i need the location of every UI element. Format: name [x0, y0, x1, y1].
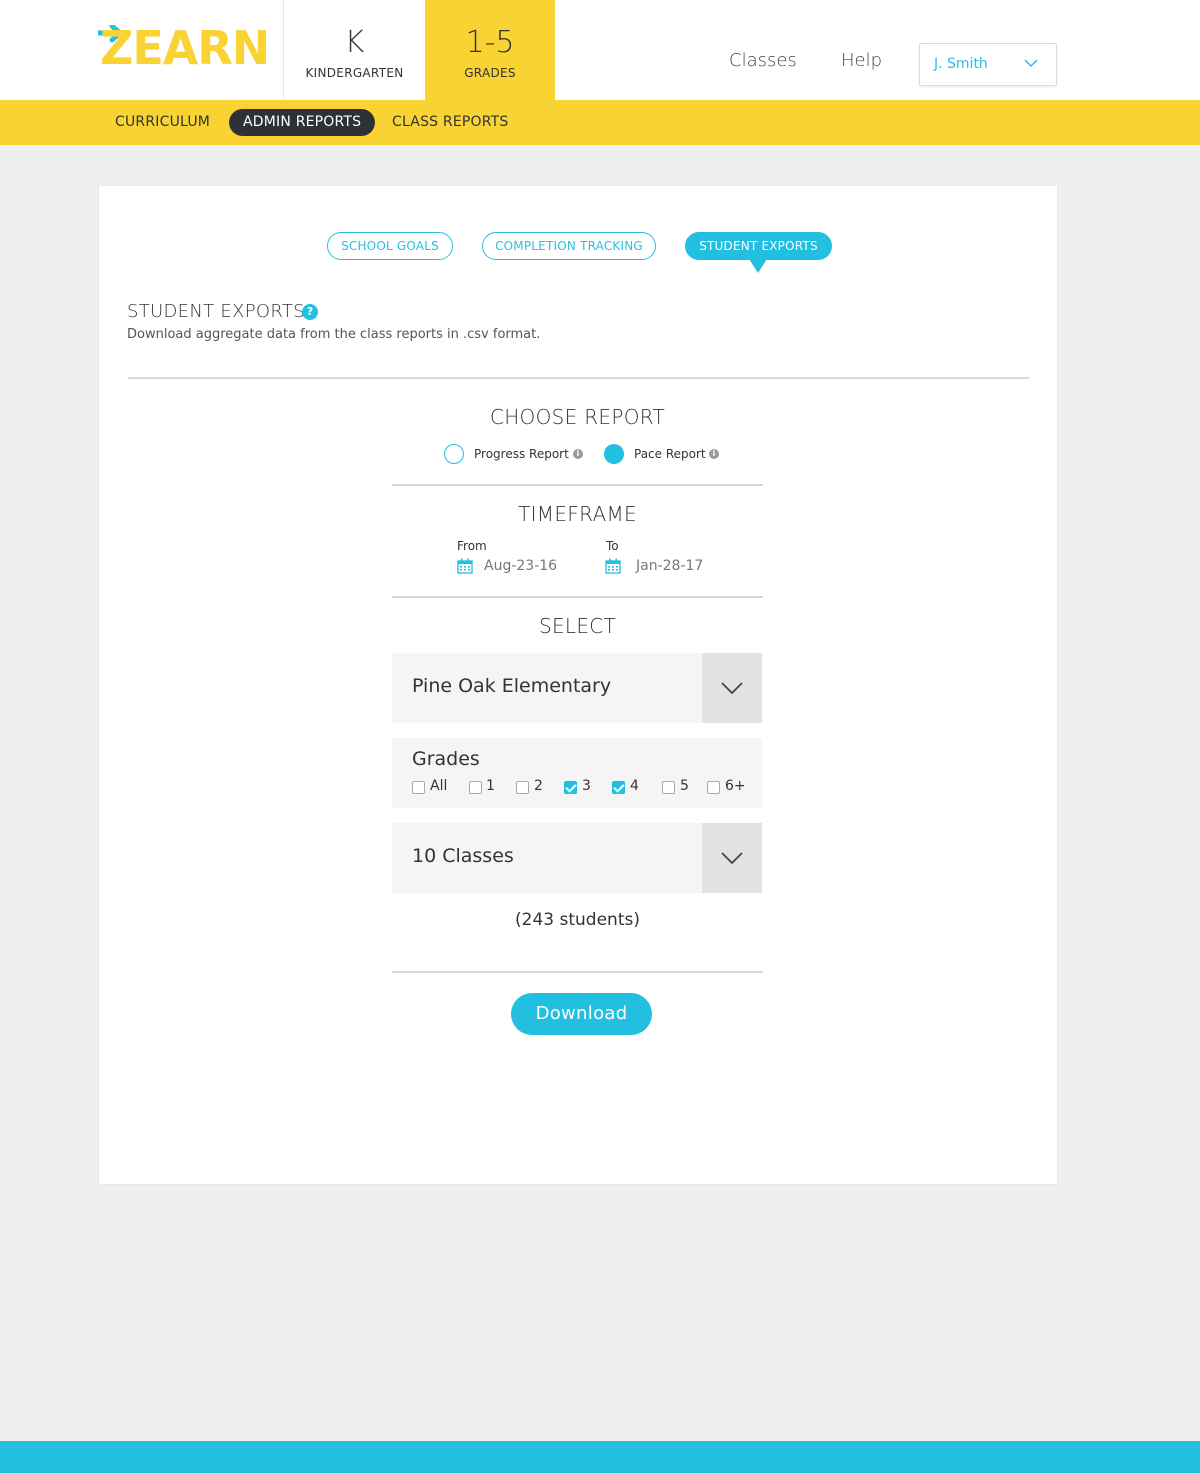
page-title: STUDENT EXPORTS [127, 301, 305, 322]
student-count: (243 students) [515, 910, 640, 930]
classes-select[interactable]: 10 Classes [392, 823, 762, 893]
nav-classes-link[interactable]: Classes [729, 50, 797, 71]
kindergarten-label: KINDERGARTEN [305, 66, 404, 80]
nav-help-link[interactable]: Help [841, 50, 882, 71]
grades-label: GRADES [464, 66, 516, 80]
info-circle-icon[interactable]: i [573, 449, 583, 459]
calendar-icon[interactable] [457, 558, 473, 574]
pace-report-radio[interactable] [604, 444, 624, 464]
grades-title: Grades [412, 748, 480, 770]
subnav-curriculum[interactable]: CURRICULUM [115, 109, 210, 136]
sub-navigation: CURRICULUM ADMIN REPORTS CLASS REPORTS [0, 100, 1200, 145]
chevron-down-icon [1024, 59, 1038, 68]
section-divider [128, 377, 1029, 379]
main-card: SCHOOL GOALS COMPLETION TRACKING STUDENT… [98, 185, 1058, 1185]
page-description: Download aggregate data from the class r… [127, 327, 541, 342]
from-date-input[interactable]: Aug-23-16 [484, 558, 557, 574]
grade-checkbox-4[interactable] [612, 781, 625, 794]
subnav-class-reports[interactable]: CLASS REPORTS [392, 109, 508, 136]
grade-checkbox-3[interactable] [564, 781, 577, 794]
download-button[interactable]: Download [511, 993, 652, 1035]
info-circle-icon[interactable]: i [709, 449, 719, 459]
grade-checkbox-1[interactable] [469, 781, 482, 794]
tab-school-goals[interactable]: SCHOOL GOALS [327, 232, 453, 260]
grade-label-5: 5 [680, 778, 689, 794]
subnav-admin-reports[interactable]: ADMIN REPORTS [229, 109, 376, 136]
divider [392, 971, 763, 973]
grade-label-4: 4 [630, 778, 639, 794]
choose-report-heading: CHOOSE REPORT [489, 405, 666, 429]
from-label: From [457, 539, 487, 553]
timeframe-heading: TIMEFRAME [518, 502, 637, 526]
progress-report-label[interactable]: Progress Report [474, 447, 569, 461]
divider [392, 596, 763, 598]
classes-select-value: 10 Classes [412, 845, 514, 867]
grade-checkbox-5[interactable] [662, 781, 675, 794]
grade-label-3: 3 [582, 778, 591, 794]
question-circle-icon[interactable]: ? [302, 304, 318, 320]
user-name: J. Smith [934, 56, 988, 72]
grade-checkbox-all[interactable] [412, 781, 425, 794]
active-tab-pointer [749, 259, 767, 273]
grade-checkbox-6plus[interactable] [707, 781, 720, 794]
grades-range: 1-5 [465, 25, 515, 60]
tab-kindergarten[interactable]: K KINDERGARTEN [283, 0, 425, 100]
pace-report-label[interactable]: Pace Report [634, 447, 706, 461]
chevron-down-icon [721, 852, 743, 865]
school-select[interactable]: Pine Oak Elementary [392, 653, 762, 723]
to-date-input[interactable]: Jan-28-17 [636, 558, 703, 574]
user-dropdown[interactable]: J. Smith [919, 43, 1057, 86]
school-select-value: Pine Oak Elementary [412, 675, 612, 697]
progress-report-radio[interactable] [444, 444, 464, 464]
grades-filter: Grades All 1 2 3 4 5 6+ [392, 738, 762, 808]
grade-label-2: 2 [534, 778, 543, 794]
footer-bar [0, 1441, 1200, 1473]
tab-student-exports[interactable]: STUDENT EXPORTS [685, 232, 832, 260]
grade-label-1: 1 [486, 778, 495, 794]
tab-completion-tracking[interactable]: COMPLETION TRACKING [482, 232, 656, 260]
kindergarten-letter: K [344, 25, 365, 60]
tab-grades-1-5[interactable]: 1-5 GRADES [425, 0, 555, 100]
divider [392, 484, 763, 486]
grade-checkbox-2[interactable] [516, 781, 529, 794]
grade-label-6plus: 6+ [725, 778, 746, 794]
school-select-toggle[interactable] [702, 653, 762, 723]
grade-label-all: All [430, 778, 448, 794]
chevron-down-icon [721, 682, 743, 695]
calendar-icon[interactable] [605, 558, 621, 574]
classes-select-toggle[interactable] [702, 823, 762, 893]
top-header: ZEARN K KINDERGARTEN 1-5 GRADES Classes … [0, 0, 1200, 100]
to-label: To [606, 539, 619, 553]
select-heading: SELECT [538, 614, 617, 638]
zearn-logo[interactable]: ZEARN [100, 22, 270, 74]
